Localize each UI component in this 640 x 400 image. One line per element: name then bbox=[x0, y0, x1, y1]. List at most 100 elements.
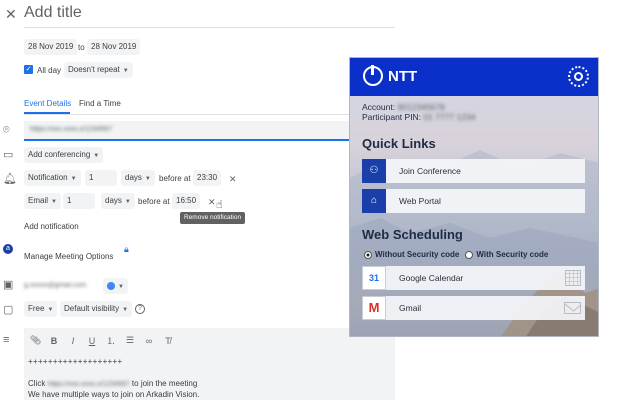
ntt-header: NTT bbox=[350, 58, 598, 96]
end-date-button[interactable]: 28 Nov 2019 bbox=[87, 39, 141, 55]
radio-with-security-label: With Security code bbox=[476, 250, 549, 259]
location-input[interactable]: https://xxx.xxxx.x/1234567 bbox=[24, 121, 395, 141]
repeat-label: Doesn't repeat bbox=[68, 65, 120, 74]
notification-unit-dropdown[interactable]: days ▼ bbox=[121, 170, 155, 186]
description-editor[interactable]: 📎︎ B I U ⒈ ☰ ∞ T̸ +++++++++++++++++++ Cl… bbox=[24, 328, 395, 400]
event-title-placeholder: Add title bbox=[24, 4, 82, 21]
manage-meeting-options-link[interactable]: Manage Meeting Options bbox=[24, 252, 113, 261]
chevron-down-icon: ▼ bbox=[70, 176, 77, 182]
radio-selected-icon bbox=[364, 250, 372, 259]
radio-unselected-icon bbox=[465, 250, 474, 259]
gmail-icon: M bbox=[362, 296, 386, 320]
conference-icon: ⚇ bbox=[362, 159, 386, 183]
web-portal-label: Web Portal bbox=[399, 196, 441, 206]
join-conference-link[interactable]: ⚇ Join Conference bbox=[362, 159, 585, 183]
google-calendar-label: Google Calendar bbox=[399, 273, 464, 283]
email-unit-dropdown[interactable]: days ▼ bbox=[101, 193, 135, 209]
quick-links-title: Quick Links bbox=[362, 136, 436, 151]
chevron-down-icon: ▼ bbox=[47, 307, 54, 313]
clear-formatting-icon[interactable]: T̸ bbox=[163, 336, 173, 346]
italic-icon[interactable]: I bbox=[68, 336, 78, 346]
busy-status-dropdown[interactable]: Free ▼ bbox=[24, 301, 58, 317]
web-scheduling-title: Web Scheduling bbox=[362, 227, 463, 242]
click-prefix: Click bbox=[28, 379, 46, 388]
email-amount-input[interactable]: 1 bbox=[63, 193, 95, 209]
description-ways-line: We have multiple ways to join on Arkadin… bbox=[28, 390, 200, 399]
date-to-label: to bbox=[78, 43, 85, 52]
calendar-icon: ▣ bbox=[3, 279, 14, 291]
pin-label: Participant PIN: bbox=[362, 112, 422, 122]
radio-without-security-label: Without Security code bbox=[375, 250, 460, 259]
description-click-line: Click https://xxx.xxxx.x/1234567 to join… bbox=[28, 379, 197, 388]
notification-unit-label: days bbox=[125, 173, 142, 182]
gmail-label: Gmail bbox=[399, 303, 422, 313]
click-suffix: to join the meeting bbox=[131, 379, 198, 388]
chevron-down-icon: ▼ bbox=[122, 68, 129, 74]
calendar-owner: g.xxxxx@gmail.com bbox=[24, 282, 87, 289]
link-icon[interactable]: ∞ bbox=[144, 336, 154, 346]
visibility-dropdown[interactable]: Default visibility ▼ bbox=[60, 301, 133, 317]
email-unit-label: days bbox=[105, 196, 122, 205]
add-conferencing-button[interactable]: Add conferencing ▼ bbox=[24, 147, 104, 163]
tab-event-details[interactable]: Event Details bbox=[24, 99, 71, 108]
account-value: 9012345678 bbox=[397, 102, 445, 112]
radio-with-security[interactable]: With Security code bbox=[465, 250, 548, 259]
chevron-down-icon: ▼ bbox=[93, 153, 100, 159]
email-time-input[interactable]: 16:50 bbox=[172, 193, 201, 209]
notification-type-label: Notification bbox=[28, 173, 68, 182]
remove-notification-tooltip: Remove notification bbox=[180, 212, 246, 224]
notification-time-input[interactable]: 23:30 bbox=[193, 170, 222, 186]
conferencing-label: Add conferencing bbox=[28, 150, 91, 159]
tab-divider bbox=[24, 114, 395, 115]
remove-notification-icon[interactable]: ✕ bbox=[229, 174, 237, 185]
calendar-color-dropdown[interactable]: ▼ bbox=[103, 278, 128, 294]
attachment-icon[interactable]: 📎︎ bbox=[30, 335, 41, 346]
chevron-down-icon: ▼ bbox=[118, 284, 124, 290]
settings-gear-icon[interactable] bbox=[568, 66, 589, 87]
location-value: https://xxx.xxxx.x/1234567 bbox=[30, 126, 113, 133]
description-icon: ≡ bbox=[3, 334, 10, 346]
house-icon: ⌂ bbox=[362, 189, 386, 213]
calendar-grid-icon bbox=[565, 270, 581, 286]
help-icon[interactable]: ? bbox=[135, 304, 145, 314]
gmail-link[interactable]: M Gmail bbox=[362, 296, 585, 320]
add-notification-link[interactable]: Add notification bbox=[24, 222, 79, 231]
email-type-label: Email bbox=[28, 196, 49, 205]
underline-icon[interactable]: U bbox=[87, 336, 97, 346]
close-icon[interactable]: ✕ bbox=[5, 7, 17, 21]
envelope-icon bbox=[564, 302, 581, 314]
repeat-dropdown[interactable]: Doesn't repeat ▼ bbox=[64, 62, 133, 78]
account-line: Account: 9012345678 bbox=[362, 102, 445, 112]
web-portal-link[interactable]: ⌂ Web Portal bbox=[362, 189, 585, 213]
arkadin-logo-icon: a bbox=[3, 244, 13, 254]
bulleted-list-icon[interactable]: ☰ bbox=[125, 335, 135, 346]
event-title-input[interactable]: Add title bbox=[24, 2, 395, 28]
before-at-label: before at bbox=[159, 174, 191, 183]
all-day-checkbox[interactable]: ✓ bbox=[24, 65, 33, 74]
notification-type-dropdown[interactable]: Notification ▼ bbox=[24, 170, 81, 186]
remove-email-notification-icon[interactable]: ✕ bbox=[208, 197, 216, 208]
join-conference-label: Join Conference bbox=[399, 166, 461, 176]
lock-icon: 🔒︎ bbox=[124, 244, 129, 254]
busy-status-label: Free bbox=[28, 304, 45, 313]
tab-find-a-time[interactable]: Find a Time bbox=[79, 99, 121, 108]
calendar-color-dot bbox=[107, 281, 115, 290]
numbered-list-icon[interactable]: ⒈ bbox=[106, 334, 116, 347]
notification-amount-input[interactable]: 1 bbox=[85, 170, 117, 186]
description-line-plus: +++++++++++++++++++ bbox=[28, 357, 123, 366]
email-type-dropdown[interactable]: Email ▼ bbox=[24, 193, 61, 209]
video-icon: ▭ bbox=[3, 149, 14, 161]
meeting-link[interactable]: https://xxx.xxxx.x/1234567 bbox=[48, 381, 130, 388]
all-day-label: All day bbox=[37, 66, 62, 75]
start-date-button[interactable]: 28 Nov 2019 bbox=[24, 39, 78, 55]
visibility-label: Default visibility bbox=[64, 304, 120, 313]
email-before-at-label: before at bbox=[138, 197, 170, 206]
bold-icon[interactable]: B bbox=[49, 336, 59, 346]
chevron-down-icon: ▼ bbox=[51, 199, 57, 205]
bell-icon: 🔔︎ bbox=[3, 173, 17, 185]
google-calendar-link[interactable]: 31 Google Calendar bbox=[362, 266, 585, 290]
cursor-hand-icon: ☝︎ bbox=[216, 199, 223, 211]
briefcase-icon: ▢ bbox=[3, 304, 14, 316]
chevron-down-icon: ▼ bbox=[122, 307, 129, 313]
radio-without-security[interactable]: Without Security code bbox=[364, 250, 459, 259]
